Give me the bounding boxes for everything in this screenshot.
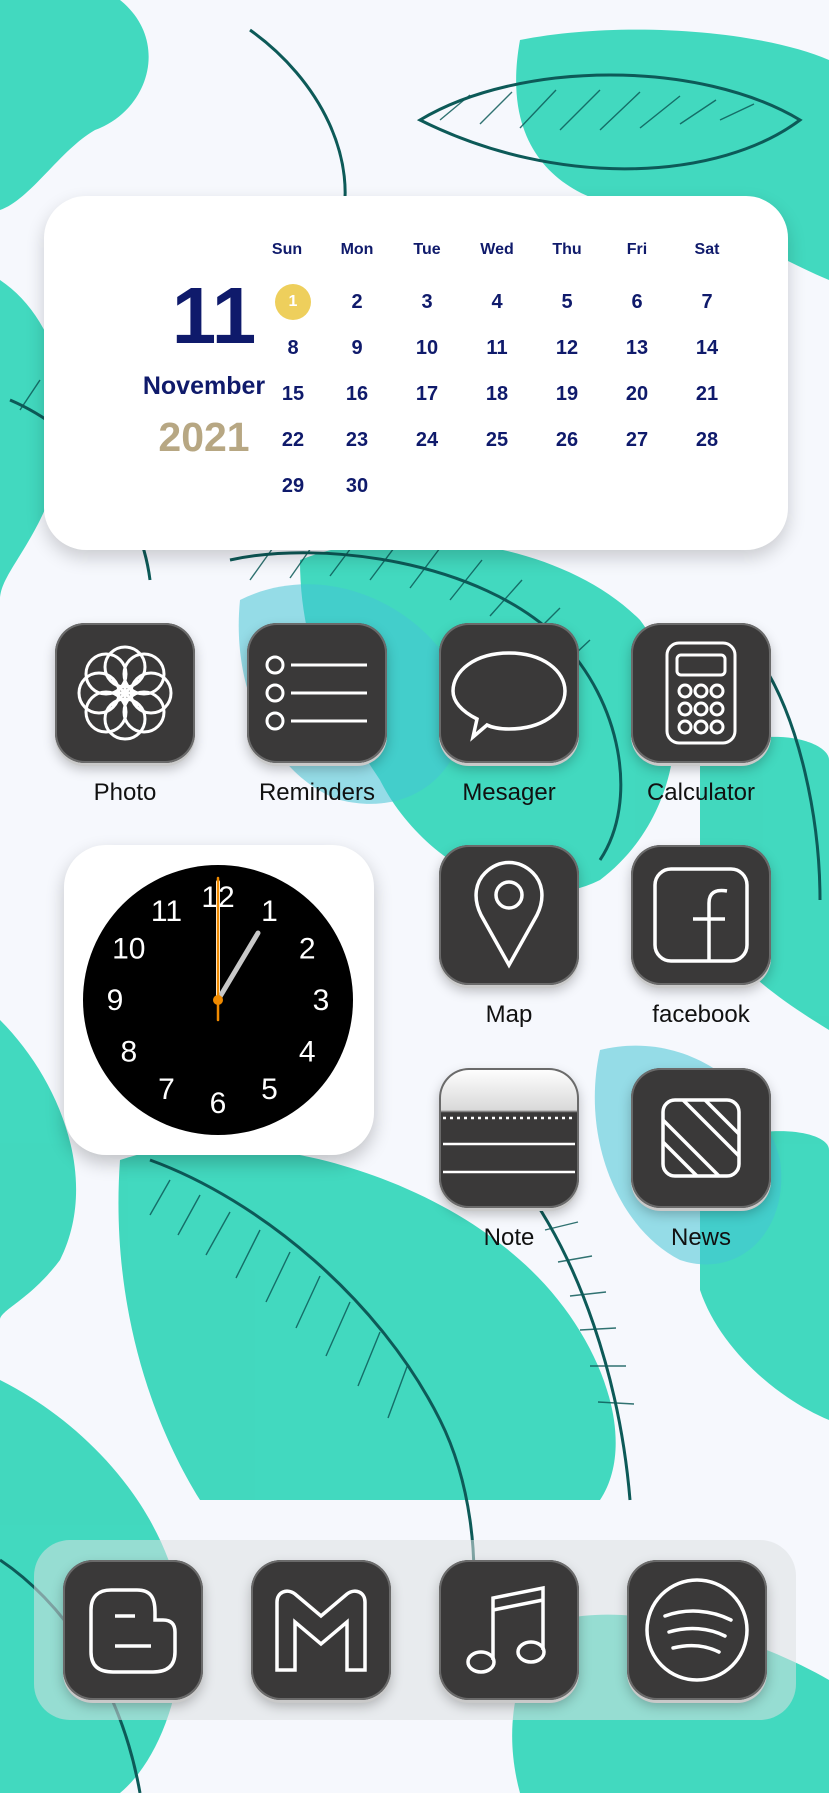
weekday-header: Thu	[552, 241, 582, 258]
dock-app-spotify[interactable]	[627, 1560, 767, 1700]
calendar-date[interactable]: 11	[475, 330, 519, 366]
messenger-label: Mesager	[462, 779, 556, 806]
flower-icon	[77, 645, 173, 741]
analog-clock: 12 1234567891011	[83, 865, 353, 1135]
weekday-header: Wed	[480, 241, 514, 258]
clock-number: 5	[261, 1073, 278, 1106]
clock-widget[interactable]: 12 1 2 3 4 5 6 7 8 9 10 11	[64, 845, 374, 1155]
calendar-date[interactable]: 14	[685, 330, 729, 366]
clock-number: 11	[151, 895, 182, 928]
calculator-app-icon-tile[interactable]	[631, 623, 771, 763]
calendar-date[interactable]: 18	[475, 376, 519, 412]
calendar-date[interactable]: 29	[271, 468, 315, 504]
calendar-date[interactable]: 17	[405, 376, 449, 412]
calendar-date[interactable]: 8	[271, 330, 315, 366]
music-note-icon	[466, 1585, 546, 1674]
calendar-date[interactable]: 2	[335, 284, 379, 320]
calendar-date[interactable]: 12	[545, 330, 589, 366]
photo-app-icon-tile[interactable]	[55, 623, 195, 763]
calendar-date[interactable]: 4	[475, 284, 519, 320]
calendar-date[interactable]: 26	[545, 422, 589, 458]
clock-number: 8	[120, 1036, 137, 1069]
speech-bubble-icon	[451, 651, 567, 742]
calculator-icon	[665, 641, 737, 745]
news-app-icon-tile[interactable]	[631, 1068, 771, 1208]
calendar-date[interactable]: 7	[685, 284, 729, 320]
news-label: News	[670, 1224, 731, 1251]
facebook-label: facebook	[652, 1001, 750, 1028]
calendar-date[interactable]: 24	[405, 422, 449, 458]
calendar-date[interactable]: 9	[335, 330, 379, 366]
calendar-date[interactable]: 16	[335, 376, 379, 412]
note-icon	[443, 1116, 575, 1174]
calendar-date[interactable]: 22	[271, 422, 315, 458]
clock-number: 9	[107, 984, 124, 1017]
clock-number: 4	[299, 1036, 316, 1069]
calendar-today[interactable]: 1	[275, 284, 311, 320]
clock-number: 10	[112, 933, 145, 966]
facebook-app-icon-tile[interactable]	[631, 845, 771, 985]
news-icon	[661, 1098, 741, 1178]
calendar-date[interactable]: 21	[685, 376, 729, 412]
gmail-app-icon-tile[interactable]	[251, 1560, 391, 1700]
calendar-date[interactable]: 19	[545, 376, 589, 412]
app-news[interactable]: News	[631, 1068, 771, 1252]
clock-number: 3	[313, 984, 330, 1017]
calendar-date[interactable]: 30	[335, 468, 379, 504]
clock-center-pin	[213, 995, 223, 1005]
clock-number: 7	[158, 1073, 175, 1106]
calendar-date[interactable]: 6	[615, 284, 659, 320]
clock-number: 2	[299, 933, 316, 966]
app-map[interactable]: Map	[439, 845, 579, 1029]
weekday-header: Sat	[694, 241, 720, 258]
app-messenger[interactable]: Mesager	[439, 623, 579, 807]
calendar-date[interactable]: 13	[615, 330, 659, 366]
reminders-app-icon-tile[interactable]	[247, 623, 387, 763]
clock-number: 1	[261, 895, 278, 928]
calendar-date[interactable]: 15	[271, 376, 315, 412]
dock	[34, 1540, 796, 1720]
calculator-label: Calculator	[646, 779, 756, 806]
weekday-header: Sun	[271, 241, 303, 258]
note-label: Note	[483, 1224, 535, 1251]
messenger-app-icon-tile[interactable]	[439, 623, 579, 763]
list-icon	[265, 655, 367, 731]
weekday-header: Mon	[340, 241, 374, 258]
gmail-icon	[275, 1589, 367, 1672]
calendar-date[interactable]: 23	[335, 422, 379, 458]
spotify-app-icon-tile[interactable]	[627, 1560, 767, 1700]
music-app-icon-tile[interactable]	[439, 1560, 579, 1700]
dock-app-music[interactable]	[439, 1560, 579, 1700]
calendar-date[interactable]: 10	[405, 330, 449, 366]
calendar-grid: Sun Mon Tue Wed Thu Fri Sat 1 2 3 4 5 6 7 8 9 10 11 12 13 14…	[44, 196, 788, 550]
map-pin-icon	[474, 860, 544, 969]
reminders-label: Reminders	[258, 779, 376, 806]
calendar-date[interactable]: 3	[405, 284, 449, 320]
blogger-icon	[89, 1588, 177, 1674]
clock-number: 6	[210, 1087, 227, 1120]
calendar-date[interactable]: 20	[615, 376, 659, 412]
photo-label: Photo	[93, 779, 157, 806]
weekday-header: Tue	[413, 241, 441, 258]
blogger-app-icon-tile[interactable]	[63, 1560, 203, 1700]
app-reminders[interactable]: Reminders	[247, 623, 387, 807]
app-facebook[interactable]: facebook	[631, 845, 771, 1029]
dock-app-blogger[interactable]	[63, 1560, 203, 1700]
map-app-icon-tile[interactable]	[439, 845, 579, 985]
app-photo[interactable]: Photo	[55, 623, 195, 807]
spotify-icon	[645, 1578, 749, 1682]
weekday-header: Fri	[626, 241, 648, 258]
app-note[interactable]: Note	[439, 1068, 579, 1252]
app-calculator[interactable]: Calculator	[631, 623, 771, 807]
facebook-icon	[653, 867, 749, 963]
note-app-icon-tile[interactable]	[439, 1068, 579, 1208]
calendar-date[interactable]: 5	[545, 284, 589, 320]
calendar-date[interactable]: 28	[685, 422, 729, 458]
calendar-date[interactable]: 27	[615, 422, 659, 458]
calendar-widget[interactable]: 11 November 2021 Sun Mon Tue Wed Thu Fri Sat 1 2…	[44, 196, 788, 550]
calendar-date[interactable]: 25	[475, 422, 519, 458]
map-label: Map	[485, 1001, 533, 1028]
dock-app-gmail[interactable]	[251, 1560, 391, 1700]
